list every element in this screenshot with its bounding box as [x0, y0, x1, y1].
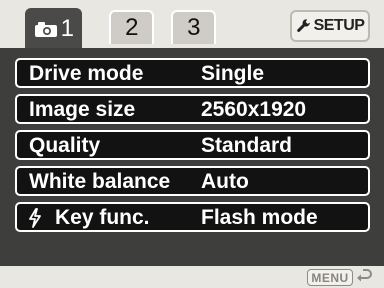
menu-row-key-func[interactable]: Key func. Flash mode [15, 202, 370, 232]
menu-row-quality[interactable]: Quality Standard [15, 130, 370, 160]
menu-button-label: MENU [311, 270, 349, 285]
return-arrow-icon[interactable] [355, 269, 373, 285]
menu-row-value: Standard [201, 134, 293, 157]
tab-setup[interactable]: SETUP [290, 10, 370, 42]
tab-setup-label: SETUP [313, 17, 365, 34]
tab-2-label: 2 [125, 14, 138, 41]
tab-shooting-1[interactable]: 1 [25, 8, 82, 48]
flash-icon [29, 208, 41, 228]
menu-row-value: Flash mode [201, 206, 318, 229]
menu-row-label: Key func. [55, 206, 150, 229]
tab-1-label: 1 [60, 15, 74, 42]
menu-row-label: White balance [29, 170, 171, 193]
menu-row-image-size[interactable]: Image size 2560x1920 [15, 94, 370, 124]
menu-row-label: Image size [29, 98, 136, 121]
menu-row-label: Quality [29, 134, 101, 157]
menu-row-white-balance[interactable]: White balance Auto [15, 166, 370, 196]
menu-row-label: Drive mode [29, 62, 144, 85]
menu-panel: Drive mode Single Image size 2560x1920 Q… [0, 48, 384, 266]
tab-bar: 1 2 3 SETUP [0, 0, 384, 52]
tab-shooting-2[interactable]: 2 [109, 10, 154, 44]
menu-button[interactable]: MENU [307, 269, 353, 286]
tab-shooting-3[interactable]: 3 [171, 10, 216, 44]
wrench-icon [296, 19, 310, 33]
tab-3-label: 3 [187, 14, 200, 41]
menu-row-value: 2560x1920 [201, 98, 307, 121]
menu-row-value: Single [201, 62, 265, 85]
menu-row-value: Auto [201, 170, 249, 193]
menu-row-drive-mode[interactable]: Drive mode Single [15, 58, 370, 88]
camera-icon [34, 21, 57, 37]
footer-bar: MENU [0, 266, 384, 288]
camera-menu-screen: 1 2 3 SETUP Drive mode Single Image size… [0, 0, 384, 288]
